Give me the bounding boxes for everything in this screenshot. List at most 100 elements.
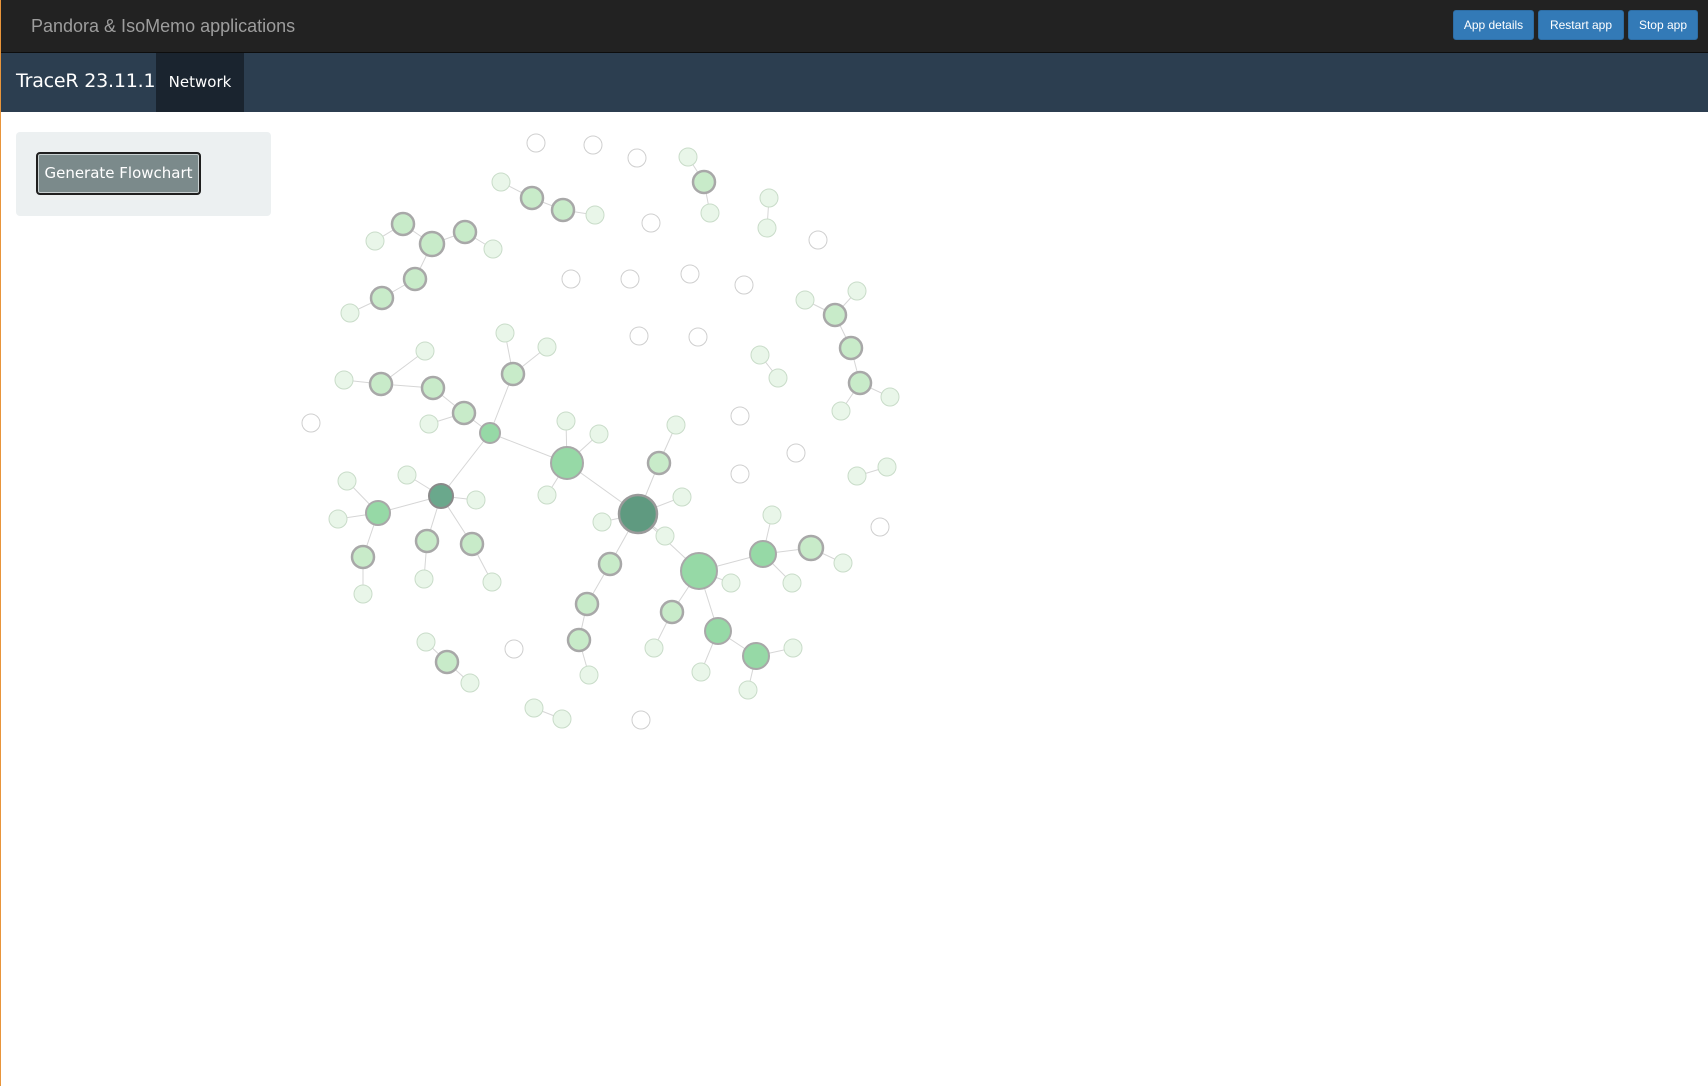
graph-node[interactable] (786, 443, 806, 463)
graph-node[interactable] (483, 239, 503, 259)
graph-node[interactable] (365, 231, 385, 251)
graph-node[interactable] (365, 500, 391, 526)
graph-node[interactable] (592, 512, 612, 532)
graph-node[interactable] (655, 526, 675, 546)
graph-node[interactable] (768, 368, 788, 388)
graph-node[interactable] (759, 188, 779, 208)
graph-node[interactable] (795, 290, 815, 310)
graph-node[interactable] (420, 375, 446, 401)
graph-node[interactable] (833, 553, 853, 573)
graph-node[interactable] (526, 133, 546, 153)
stop-app-button[interactable]: Stop app (1628, 10, 1698, 40)
graph-node[interactable] (418, 230, 446, 258)
graph-node[interactable] (428, 483, 454, 509)
graph-node[interactable] (742, 642, 770, 670)
graph-node[interactable] (519, 185, 545, 211)
graph-node[interactable] (678, 147, 698, 167)
graph-node[interactable] (482, 572, 502, 592)
graph-node[interactable] (459, 531, 485, 557)
graph-node[interactable] (434, 649, 460, 675)
graph-node[interactable] (847, 466, 867, 486)
graph-node[interactable] (877, 457, 897, 477)
graph-node[interactable] (672, 487, 692, 507)
graph-node[interactable] (749, 540, 777, 568)
graph-node[interactable] (466, 490, 486, 510)
graph-node[interactable] (589, 424, 609, 444)
graph-node[interactable] (452, 219, 478, 245)
graph-node[interactable] (301, 413, 321, 433)
graph-node[interactable] (537, 337, 557, 357)
graph-node[interactable] (797, 534, 825, 562)
graph-node[interactable] (369, 285, 395, 311)
graph-node[interactable] (631, 710, 651, 730)
graph-node[interactable] (491, 172, 511, 192)
graph-node[interactable] (537, 485, 557, 505)
graph-node[interactable] (762, 505, 782, 525)
graph-node[interactable] (659, 599, 685, 625)
graph-node[interactable] (838, 335, 864, 361)
graph-node[interactable] (617, 493, 659, 535)
network-graph[interactable] (290, 125, 930, 745)
graph-node[interactable] (504, 639, 524, 659)
graph-node[interactable] (734, 275, 754, 295)
graph-node[interactable] (350, 544, 376, 570)
graph-node[interactable] (574, 591, 600, 617)
graph-node[interactable] (397, 465, 417, 485)
graph-node[interactable] (451, 400, 477, 426)
graph-node[interactable] (419, 414, 439, 434)
graph-node[interactable] (583, 135, 603, 155)
graph-node[interactable] (646, 450, 672, 476)
graph-node[interactable] (730, 406, 750, 426)
graph-node[interactable] (620, 269, 640, 289)
graph-node[interactable] (757, 218, 777, 238)
graph-node[interactable] (415, 341, 435, 361)
graph-node[interactable] (782, 573, 802, 593)
graph-node[interactable] (847, 281, 867, 301)
graph-node[interactable] (691, 662, 711, 682)
graph-node[interactable] (328, 509, 348, 529)
graph-node[interactable] (550, 446, 584, 480)
graph-node[interactable] (334, 370, 354, 390)
graph-node[interactable] (783, 638, 803, 658)
graph-node[interactable] (680, 552, 718, 590)
graph-node[interactable] (730, 464, 750, 484)
generate-flowchart-button[interactable]: Generate Flowchart (36, 152, 201, 195)
graph-node[interactable] (402, 266, 428, 292)
graph-node[interactable] (416, 632, 436, 652)
graph-node[interactable] (822, 302, 848, 328)
graph-node[interactable] (750, 345, 770, 365)
graph-node[interactable] (550, 197, 576, 223)
graph-node[interactable] (680, 264, 700, 284)
graph-node[interactable] (721, 573, 741, 593)
graph-node[interactable] (597, 551, 623, 577)
graph-node[interactable] (460, 673, 480, 693)
graph-node[interactable] (831, 401, 851, 421)
graph-node[interactable] (585, 205, 605, 225)
graph-node[interactable] (340, 303, 360, 323)
graph-node[interactable] (870, 517, 890, 537)
graph-node[interactable] (644, 638, 664, 658)
graph-node[interactable] (579, 665, 599, 685)
graph-node[interactable] (627, 148, 647, 168)
graph-node[interactable] (691, 169, 717, 195)
app-details-button[interactable]: App details (1453, 10, 1534, 40)
graph-node[interactable] (368, 371, 394, 397)
graph-node[interactable] (847, 370, 873, 396)
graph-node[interactable] (390, 211, 416, 237)
graph-node[interactable] (524, 698, 544, 718)
graph-node[interactable] (808, 230, 828, 250)
graph-node[interactable] (479, 422, 501, 444)
graph-node[interactable] (500, 361, 526, 387)
restart-app-button[interactable]: Restart app (1538, 10, 1624, 40)
graph-node[interactable] (556, 411, 576, 431)
graph-node[interactable] (414, 569, 434, 589)
tab-network[interactable]: Network (156, 53, 244, 112)
graph-node[interactable] (353, 584, 373, 604)
graph-node[interactable] (629, 326, 649, 346)
graph-node[interactable] (561, 269, 581, 289)
graph-node[interactable] (414, 528, 440, 554)
graph-node[interactable] (666, 415, 686, 435)
graph-node[interactable] (641, 213, 661, 233)
graph-node[interactable] (738, 680, 758, 700)
graph-node[interactable] (880, 387, 900, 407)
